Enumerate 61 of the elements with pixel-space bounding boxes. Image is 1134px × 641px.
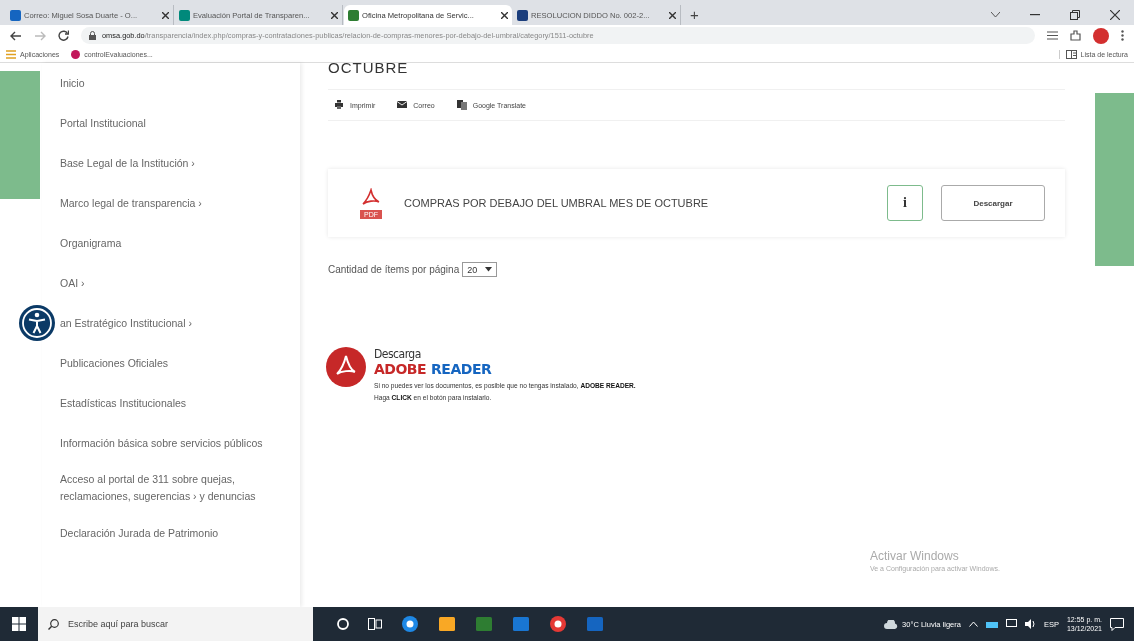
sidebar-link[interactable]: an Estratégico Institucional ›	[60, 314, 212, 332]
chevron-up-icon[interactable]	[968, 621, 978, 627]
per-page-label: Cantidad de ítems por página	[328, 264, 460, 275]
favicon-icon	[517, 9, 528, 21]
favicon-icon	[179, 9, 190, 21]
document-title: COMPRAS POR DEBAJO DEL UMBRAL MES DE OCTUBRE	[404, 197, 710, 209]
taskbar-search-field[interactable]: Escribe aquí para buscar	[38, 607, 313, 641]
acrobat-icon	[361, 187, 381, 208]
favicon-icon	[10, 9, 21, 21]
minimize-icon[interactable]	[1030, 14, 1040, 16]
task-view-icon[interactable]	[368, 618, 382, 630]
sidebar-link[interactable]: Base Legal de la Institución ›	[60, 154, 215, 172]
caret-icon	[485, 267, 493, 272]
sidebar-link[interactable]: Declaración Jurada de Patrimonio	[60, 524, 239, 542]
adobe-brand-text: ADOBE	[374, 361, 427, 377]
acrobat-logo-icon[interactable]	[326, 347, 366, 387]
more-icon[interactable]	[1121, 30, 1124, 41]
info-button[interactable]: i	[887, 185, 923, 221]
envelope-icon	[397, 100, 408, 110]
cloud-icon	[884, 619, 899, 629]
per-page-select[interactable]: 20	[462, 262, 498, 277]
list-icon[interactable]	[1047, 31, 1058, 40]
volume-icon[interactable]	[1024, 619, 1036, 629]
close-icon[interactable]	[669, 11, 676, 19]
notification-icon[interactable]	[1110, 617, 1124, 631]
favicon-icon	[348, 9, 359, 21]
close-icon[interactable]	[501, 11, 508, 19]
windows-start-icon[interactable]	[12, 617, 26, 631]
printer-icon	[334, 100, 344, 110]
apps-grid-icon	[6, 49, 16, 59]
page-heading: OCTUBRE	[328, 63, 410, 77]
accessibility-icon[interactable]	[18, 304, 56, 342]
sidebar-link[interactable]: OAI ›	[60, 274, 105, 292]
reload-icon[interactable]	[58, 30, 69, 41]
extension-icon[interactable]	[1070, 30, 1081, 41]
close-icon[interactable]	[162, 11, 169, 19]
avatar-icon[interactable]	[1093, 27, 1109, 44]
new-tab-button[interactable]: +	[682, 5, 707, 25]
cortana-icon[interactable]	[337, 618, 349, 630]
sidebar-link[interactable]: Inicio	[60, 74, 105, 92]
sidebar-link[interactable]: Información básica sobre servicios públicos	[60, 434, 283, 452]
reader-brand-text: READER	[431, 361, 492, 377]
download-button[interactable]: Descargar	[941, 185, 1045, 221]
download-caption: Descarga	[374, 347, 422, 361]
dropdown-icon[interactable]	[991, 12, 1000, 18]
reading-list-icon	[1065, 49, 1077, 59]
back-icon[interactable]	[10, 30, 22, 41]
sidebar-link[interactable]: Marco legal de transparencia ›	[60, 194, 222, 212]
translate-icon	[456, 100, 467, 110]
activation-title: Activar Windows	[870, 549, 960, 563]
sidebar-link[interactable]: Acceso al portal de 311 sobre quejas, reclamaciones, sugerencias › y denuncias	[60, 471, 300, 505]
sidebar-link[interactable]: Estadísticas Institucionales	[60, 394, 207, 412]
search-icon	[48, 619, 59, 630]
close-icon[interactable]	[1110, 10, 1120, 20]
sidebar-link[interactable]: Publicaciones Oficiales	[60, 354, 188, 372]
circle-icon	[71, 49, 81, 59]
sidebar-link[interactable]: Organigrama	[60, 234, 142, 252]
close-icon[interactable]	[331, 11, 338, 19]
lock-icon	[89, 31, 96, 40]
sidebar-link[interactable]: Portal Institucional	[60, 114, 166, 132]
restore-icon[interactable]	[1070, 10, 1080, 20]
